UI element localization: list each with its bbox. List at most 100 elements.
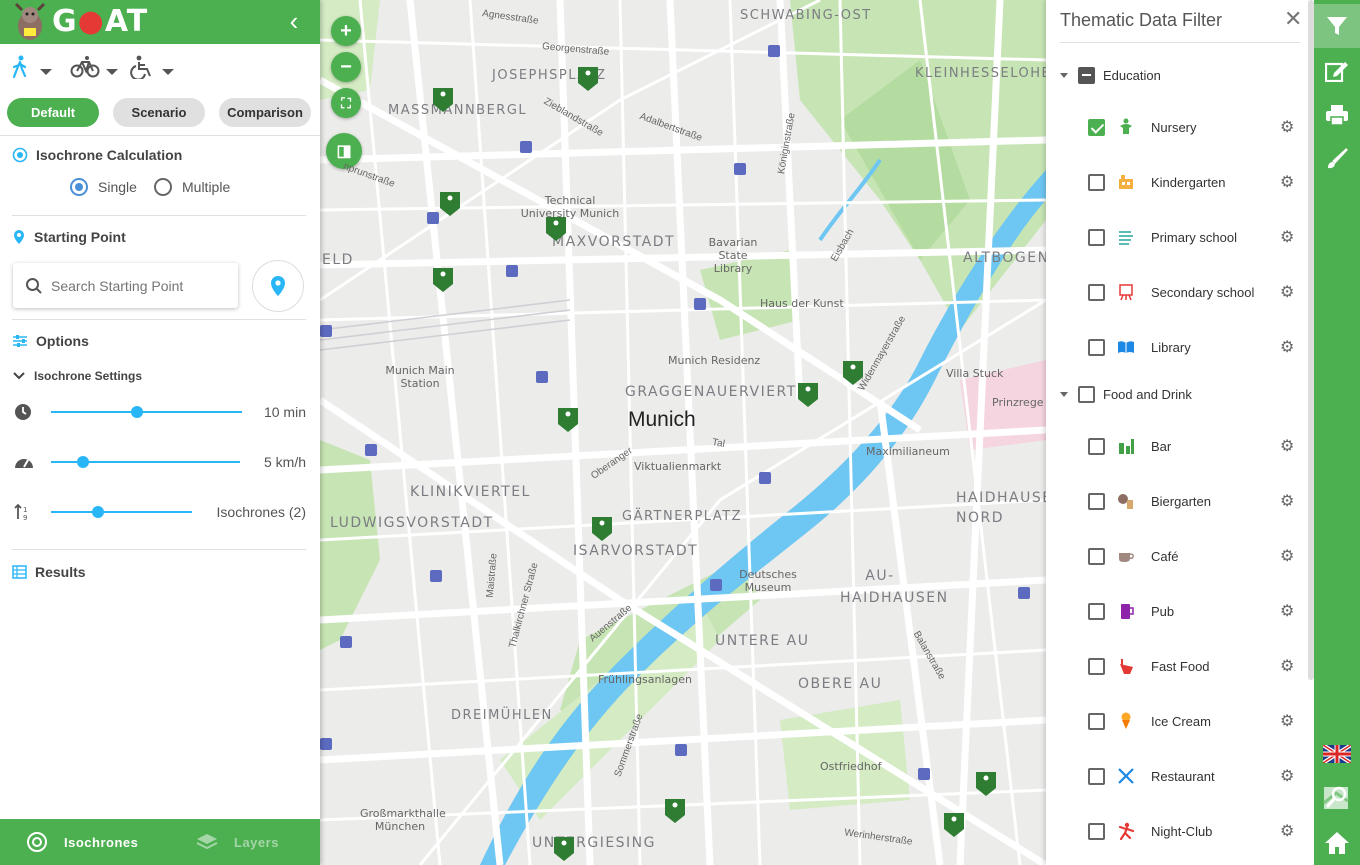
print-button[interactable] [1314,93,1360,137]
checkbox-icon[interactable] [1088,712,1105,730]
group-food-and-drink[interactable]: Food and Drink [1060,386,1192,403]
edit-button[interactable] [1314,49,1360,93]
checkbox-icon[interactable] [1088,547,1105,565]
layers-tab[interactable]: Layers [160,819,320,865]
speed-slider[interactable] [51,456,240,468]
home-button[interactable] [1314,821,1360,865]
scenario-mode-button[interactable]: Scenario [113,98,205,127]
slider-thumb[interactable] [77,456,90,468]
divider [1060,42,1300,43]
group-label: Education [1103,68,1161,83]
filter-item-biergarten[interactable]: Biergarten ⚙ [1088,490,1298,512]
default-mode-button[interactable]: Default [7,98,99,127]
checkbox-icon[interactable] [1088,437,1105,455]
map-view[interactable]: + − ⛶ ◨ SCHWABING-OST JOSEPHSPLATZ MASSM… [320,0,1046,865]
time-slider[interactable] [51,406,242,418]
checkbox-icon[interactable] [1088,657,1105,675]
gear-icon[interactable]: ⚙ [1280,766,1294,786]
walking-mode-button[interactable] [10,47,70,87]
gear-icon[interactable]: ⚙ [1280,172,1294,192]
isochrones-tab[interactable]: Isochrones [0,819,160,865]
district-label: DREIMÜHLEN [451,708,553,723]
checkbox-icon[interactable] [1088,338,1105,356]
pub-icon [1115,600,1137,622]
filter-item-pub[interactable]: Pub ⚙ [1088,600,1298,622]
group-education[interactable]: Education [1060,67,1161,84]
comparison-mode-button[interactable]: Comparison [219,98,311,127]
filter-item-library[interactable]: Library ⚙ [1088,336,1298,358]
isochrone-count-slider[interactable] [51,506,192,518]
gear-icon[interactable]: ⚙ [1280,491,1294,511]
checkbox-checked-icon[interactable] [1088,118,1105,136]
wheelchair-icon [130,55,151,79]
pick-location-button[interactable] [252,260,304,312]
slider-thumb[interactable] [91,506,104,518]
search-starting-point-input[interactable] [51,277,231,294]
location-pin-icon [14,230,24,244]
poi-label: Villa Stuck [946,367,1004,380]
checkbox-icon[interactable] [1088,173,1105,191]
close-icon[interactable]: ✕ [1284,6,1302,32]
gear-icon[interactable]: ⚙ [1280,821,1294,841]
results-title: Results [35,564,86,580]
collapse-panel-button[interactable]: ‹ [282,8,306,34]
thematic-data-filter-panel: Thematic Data Filter ✕ Education Nursery… [1046,0,1314,865]
target-icon [12,147,28,163]
gear-icon[interactable]: ⚙ [1280,227,1294,247]
multiple-radio[interactable]: Multiple [154,178,230,196]
filter-item-kindergarten[interactable]: Kindergarten ⚙ [1088,171,1298,193]
filter-item-restaurant[interactable]: Restaurant ⚙ [1088,765,1298,787]
district-label: MAXVORSTADT [552,234,676,250]
filter-item-nursery[interactable]: Nursery ⚙ [1088,116,1298,138]
checkbox-icon[interactable] [1078,386,1095,403]
gear-icon[interactable]: ⚙ [1280,117,1294,137]
wheelchair-mode-button[interactable] [130,47,190,87]
single-radio[interactable]: Single [70,178,137,196]
filter-item-ice-cream[interactable]: Ice Cream ⚙ [1088,710,1298,732]
checkbox-icon[interactable] [1088,822,1105,840]
checkbox-icon[interactable] [1088,767,1105,785]
options-header: Options [12,333,89,349]
options-title: Options [36,333,89,349]
filter-item-night-club[interactable]: Night-Club ⚙ [1088,820,1298,842]
slider-thumb[interactable] [130,406,143,418]
filter-button[interactable] [1314,4,1360,48]
gear-icon[interactable]: ⚙ [1280,656,1294,676]
gear-icon[interactable]: ⚙ [1280,282,1294,302]
poi-label: Technical University Munich [520,194,620,220]
results-header[interactable]: Results [12,564,86,580]
checkbox-indeterminate-icon[interactable] [1078,67,1095,84]
gear-icon[interactable]: ⚙ [1280,601,1294,621]
filter-item-cafe[interactable]: Café ⚙ [1088,545,1298,567]
secondary-school-icon [1115,281,1137,303]
language-button[interactable] [1314,732,1360,776]
travel-mode-selector [0,44,320,90]
left-panel: G●AT ‹ Default Scenario Comparison Isoch… [0,0,320,865]
zoom-in-button[interactable]: + [331,16,361,46]
gear-icon[interactable]: ⚙ [1280,711,1294,731]
checkbox-icon[interactable] [1088,228,1105,246]
checkbox-icon[interactable] [1088,283,1105,301]
starting-point-search [13,263,238,308]
checkbox-icon[interactable] [1088,492,1105,510]
checkbox-icon[interactable] [1088,602,1105,620]
isochrone-calculation-header: Isochrone Calculation [12,147,182,163]
item-label: Secondary school [1151,284,1255,300]
style-button[interactable] [1314,137,1360,181]
gear-icon[interactable]: ⚙ [1280,546,1294,566]
map-search-button[interactable] [1314,776,1360,820]
filter-icon [1327,17,1347,35]
filter-item-primary-school[interactable]: Primary school ⚙ [1088,226,1298,248]
gear-icon[interactable]: ⚙ [1280,436,1294,456]
cycling-mode-button[interactable] [70,47,130,87]
zoom-out-button[interactable]: − [331,52,361,82]
filter-item-secondary-school[interactable]: Secondary school ⚙ [1088,281,1298,303]
filter-item-bar[interactable]: Bar ⚙ [1088,435,1298,457]
fullscreen-button[interactable]: ⛶ [331,88,361,118]
gear-icon[interactable]: ⚙ [1280,337,1294,357]
multiple-label: Multiple [182,179,231,195]
district-label: LUDWIGSVORSTADT [330,515,494,531]
filter-item-fast-food[interactable]: Fast Food ⚙ [1088,655,1298,677]
starting-point-title: Starting Point [34,229,126,245]
isochrone-settings-toggle[interactable]: Isochrone Settings [12,369,142,383]
